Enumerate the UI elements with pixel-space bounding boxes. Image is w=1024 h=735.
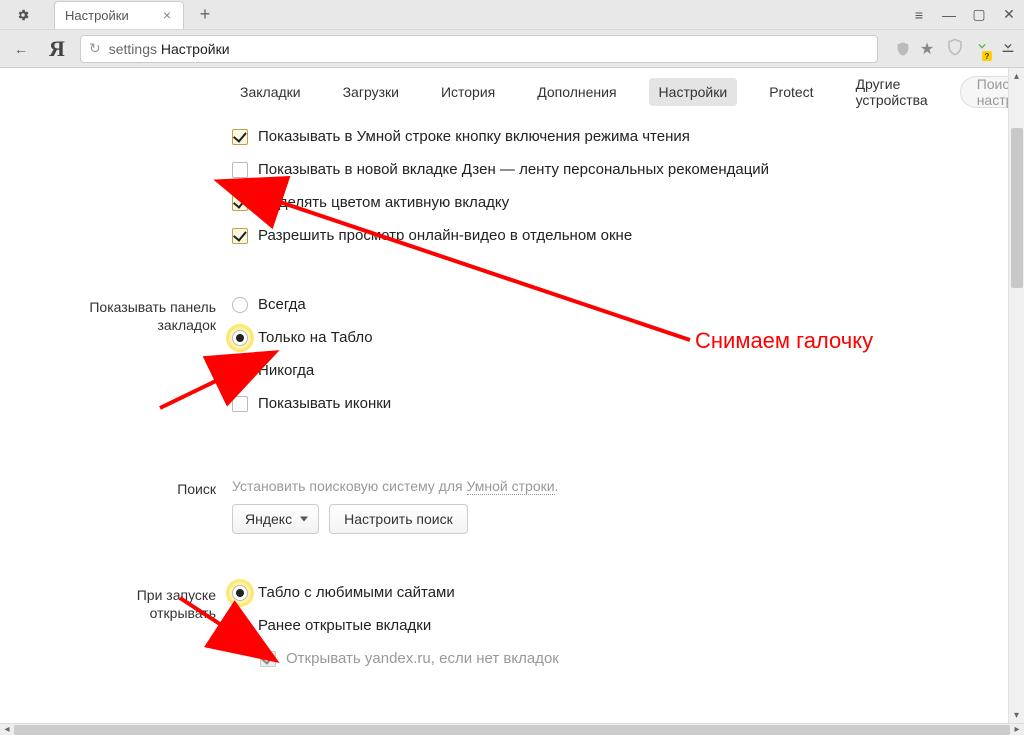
- check-label: Разрешить просмотр онлайн-видео в отдель…: [258, 227, 632, 244]
- check-highlight-tab[interactable]: Выделять цветом активную вкладку: [232, 194, 1024, 211]
- omnibox[interactable]: ↻ settings Настройки: [80, 35, 878, 63]
- radio-always[interactable]: Всегда: [232, 296, 1024, 313]
- check-label: Показывать в Умной строке кнопку включен…: [258, 128, 690, 145]
- check-label: Выделять цветом активную вкладку: [258, 194, 509, 211]
- browser-tab[interactable]: Настройки ×: [54, 1, 184, 29]
- checkbox-icon[interactable]: [232, 129, 248, 145]
- check-open-yandex: Открывать yandex.ru, если нет вкладок: [260, 650, 1024, 667]
- download-tray-icon[interactable]: [1000, 38, 1016, 59]
- section-label-search: Поиск: [0, 478, 220, 498]
- radio-label: Всегда: [258, 296, 306, 313]
- nav-extensions[interactable]: Дополнения: [527, 78, 626, 106]
- check-label: Показывать иконки: [258, 395, 391, 412]
- nav-settings[interactable]: Настройки: [649, 78, 738, 106]
- nav-other-devices[interactable]: Другие устройства: [846, 70, 938, 114]
- check-reader-mode[interactable]: Показывать в Умной строке кнопку включен…: [232, 128, 1024, 145]
- checkbox-icon[interactable]: [232, 195, 248, 211]
- shield-outline-icon[interactable]: [946, 38, 964, 59]
- check-label: Показывать в новой вкладке Дзен — ленту …: [258, 161, 769, 178]
- url-text: settings Настройки: [109, 41, 230, 57]
- search-description: Установить поисковую систему для Умной с…: [232, 478, 1024, 494]
- section-bookmarks-panel: Всегда Только на Табло Никогда Показыват…: [232, 296, 1024, 478]
- section-general: Показывать в Умной строке кнопку включен…: [232, 128, 1024, 296]
- check-zen-feed[interactable]: Показывать в новой вкладке Дзен — ленту …: [232, 161, 1024, 178]
- settings-nav: Закладки Загрузки История Дополнения Нас…: [0, 68, 1024, 116]
- close-window-icon[interactable]: ✕: [994, 0, 1024, 30]
- reload-icon[interactable]: ↻: [89, 40, 101, 57]
- radio-label: Ранее открытые вкладки: [258, 617, 431, 634]
- checkbox-icon[interactable]: [232, 396, 248, 412]
- radio-startup-tableau[interactable]: Табло с любимыми сайтами: [232, 584, 1024, 601]
- yandex-logo[interactable]: Я: [44, 36, 70, 62]
- select-value: Яндекс: [245, 511, 292, 527]
- new-tab-button[interactable]: +: [192, 2, 218, 28]
- vertical-scrollbar[interactable]: ▴ ▾: [1008, 68, 1024, 723]
- radio-label: Только на Табло: [258, 329, 373, 346]
- configure-search-button[interactable]: Настроить поиск: [329, 504, 468, 534]
- radio-icon[interactable]: [232, 363, 248, 379]
- radio-icon[interactable]: [232, 297, 248, 313]
- scroll-right-arrow[interactable]: ▸: [1010, 724, 1024, 735]
- search-engine-select[interactable]: Яндекс: [232, 504, 319, 534]
- menu-icon[interactable]: ≡: [904, 0, 934, 30]
- tab-title: Настройки: [65, 8, 161, 23]
- browser-toolbar: ← Я ↻ settings Настройки ★ ?: [0, 30, 1024, 68]
- titlebar: Настройки × + ≡ — ▢ ✕: [0, 0, 1024, 30]
- omnibox-right-icons: ★: [894, 40, 936, 58]
- section-search: Установить поисковую систему для Умной с…: [232, 478, 1024, 584]
- horizontal-scrollbar[interactable]: ◂ ▸: [0, 723, 1024, 735]
- check-video-popout[interactable]: Разрешить просмотр онлайн-видео в отдель…: [232, 227, 1024, 244]
- settings-page: Закладки Загрузки История Дополнения Нас…: [0, 68, 1024, 723]
- radio-startup-previous[interactable]: Ранее открытые вкладки: [232, 617, 1024, 634]
- radio-tableau-only[interactable]: Только на Табло: [232, 329, 1024, 346]
- checkbox-icon[interactable]: [232, 228, 248, 244]
- radio-icon[interactable]: [232, 330, 248, 346]
- radio-label: Табло с любимыми сайтами: [258, 584, 455, 601]
- downloads-icon[interactable]: ?: [974, 38, 990, 59]
- scroll-left-arrow[interactable]: ◂: [0, 724, 14, 735]
- section-label-startup: При запуске открывать: [0, 584, 220, 622]
- scroll-up-arrow[interactable]: ▴: [1009, 68, 1024, 84]
- check-show-icons[interactable]: Показывать иконки: [232, 395, 1024, 412]
- checkbox-icon[interactable]: [232, 162, 248, 178]
- section-startup: Табло с любимыми сайтами Ранее открытые …: [232, 584, 1024, 723]
- section-label-bookmarks: Показывать панель закладок: [0, 296, 220, 334]
- scroll-down-arrow[interactable]: ▾: [1009, 707, 1024, 723]
- url-prefix: settings: [109, 41, 157, 57]
- radio-label: Никогда: [258, 362, 314, 379]
- check-label: Открывать yandex.ru, если нет вкладок: [286, 650, 559, 667]
- smart-line-link[interactable]: Умной строки: [467, 478, 555, 495]
- protect-shield-icon[interactable]: [894, 40, 912, 58]
- maximize-icon[interactable]: ▢: [964, 0, 994, 30]
- bookmark-star-icon[interactable]: ★: [918, 40, 936, 58]
- checkbox-icon: [260, 651, 276, 667]
- gear-icon[interactable]: [0, 0, 46, 30]
- nav-protect[interactable]: Protect: [759, 78, 823, 106]
- radio-icon[interactable]: [232, 618, 248, 634]
- back-button[interactable]: ←: [8, 36, 34, 62]
- nav-downloads[interactable]: Загрузки: [333, 78, 409, 106]
- radio-never[interactable]: Никогда: [232, 362, 1024, 379]
- radio-icon[interactable]: [232, 585, 248, 601]
- nav-bookmarks[interactable]: Закладки: [230, 78, 311, 106]
- horizontal-scroll-thumb[interactable]: [14, 725, 1010, 735]
- nav-history[interactable]: История: [431, 78, 505, 106]
- tab-close-icon[interactable]: ×: [161, 7, 173, 23]
- vertical-scroll-thumb[interactable]: [1011, 128, 1023, 288]
- minimize-icon[interactable]: —: [934, 0, 964, 30]
- download-badge: ?: [982, 51, 992, 61]
- url-title: Настройки: [161, 41, 230, 57]
